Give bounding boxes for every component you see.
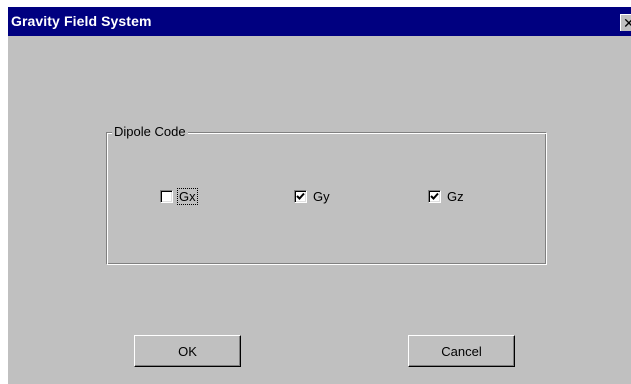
title-bar[interactable]: Gravity Field System ✕ (8, 7, 631, 36)
checkbox-gx-box[interactable] (160, 190, 173, 203)
checkbox-gy-box[interactable] (294, 190, 307, 203)
checkmark-icon (296, 192, 305, 200)
checkbox-gz-label: Gz (447, 189, 464, 204)
checkbox-gz[interactable]: Gz (428, 189, 465, 204)
cancel-button[interactable]: Cancel (408, 335, 515, 367)
gravity-field-dialog: Gravity Field System ✕ Dipole Code Gx Gy… (8, 7, 631, 384)
checkbox-gy[interactable]: Gy (294, 189, 331, 204)
ok-button[interactable]: OK (134, 335, 241, 367)
checkbox-gx[interactable]: Gx (160, 188, 198, 205)
close-button[interactable]: ✕ (620, 14, 631, 31)
window-title: Gravity Field System (11, 13, 152, 29)
checkbox-gx-label: Gx (177, 188, 198, 205)
checkbox-gy-label: Gy (313, 189, 330, 204)
close-icon: ✕ (623, 15, 631, 31)
checkmark-icon (430, 192, 439, 200)
checkbox-gz-box[interactable] (428, 190, 441, 203)
dipole-code-label: Dipole Code (112, 124, 188, 140)
